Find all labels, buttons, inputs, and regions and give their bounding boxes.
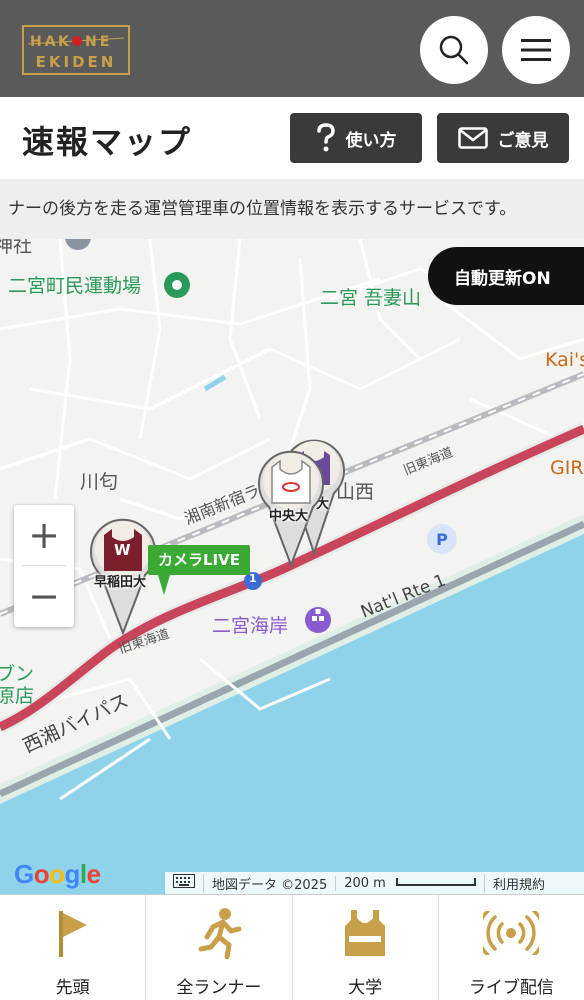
howto-button[interactable]: 使い方 bbox=[290, 113, 422, 163]
mail-icon bbox=[457, 127, 488, 149]
camera-live-marker[interactable]: カメラLIVE bbox=[148, 545, 250, 595]
opinion-label: ご意見 bbox=[497, 130, 549, 151]
question-icon bbox=[316, 123, 336, 153]
opinion-button[interactable]: ご意見 bbox=[437, 113, 569, 163]
place-ninomiya-stadium: 二宮町民運動場 bbox=[8, 275, 142, 297]
zoom-out-button[interactable]: − bbox=[14, 566, 74, 626]
place-ninomiya-azuma: 二宮 吾妻山 bbox=[320, 287, 422, 309]
nav-university[interactable]: 大学 bbox=[293, 895, 439, 1000]
nav-university-label: 大学 bbox=[348, 978, 383, 998]
title-bar: 速報マップ 使い方 ご意見 bbox=[0, 97, 584, 179]
map-attribution-bar: 地図データ ©2025 200 m 利用規約 bbox=[165, 872, 584, 894]
hakone-ekiden-logo[interactable]: HA K NE EKIDEN bbox=[22, 25, 130, 75]
svg-text:NE: NE bbox=[85, 34, 112, 50]
howto-label: 使い方 bbox=[345, 130, 397, 151]
bottom-navigation: 先頭 全ランナー 大学 ライブ配信 bbox=[0, 894, 584, 1000]
runner-label-chuo: 中央大 bbox=[269, 509, 309, 524]
info-ticker: ナーの後方を走る運営管理車の位置情報を表示するサービスです。 bbox=[0, 179, 584, 239]
nav-leader[interactable]: 先頭 bbox=[0, 895, 147, 1000]
keyboard-icon[interactable] bbox=[165, 874, 203, 892]
map-data-credit[interactable]: 地図データ ©2025 bbox=[203, 873, 335, 893]
app-header: HA K NE EKIDEN bbox=[0, 0, 584, 97]
place-kawawa: 川匂 bbox=[80, 471, 119, 493]
nav-all-runners-label: 全ランナー bbox=[176, 978, 262, 998]
nav-leader-label: 先頭 bbox=[55, 978, 90, 998]
runner-initial-waseda: W bbox=[114, 541, 131, 559]
place-partial-shrine: 神社 bbox=[0, 239, 33, 257]
map-scale[interactable]: 200 m bbox=[335, 875, 484, 891]
svg-text:P: P bbox=[436, 530, 448, 549]
nav-all-runners[interactable]: 全ランナー bbox=[146, 895, 293, 1000]
route-1-badge: 1 bbox=[249, 572, 257, 585]
place-kais: Kai's bbox=[545, 349, 584, 371]
svg-text:HA: HA bbox=[30, 34, 59, 50]
logo-wordmark-top: HA K NE bbox=[28, 34, 124, 50]
page-title: 速報マップ bbox=[22, 123, 193, 161]
place-gir: GIR bbox=[550, 457, 584, 479]
place-partial-left2: 原店 bbox=[0, 685, 35, 707]
search-icon bbox=[439, 35, 469, 65]
jersey-icon bbox=[343, 907, 387, 959]
runner-label-waseda: 早稲田大 bbox=[94, 575, 147, 590]
runner-icon bbox=[195, 907, 243, 959]
map-terms-link[interactable]: 利用規約 bbox=[483, 873, 553, 893]
map-view[interactable]: P 二宮町民運動場 二宮 吾妻山 Kai's GIR 川匂 山西 二宮海岸 西湘… bbox=[0, 239, 584, 894]
svg-text:K: K bbox=[58, 34, 70, 50]
search-button[interactable] bbox=[420, 16, 488, 84]
menu-button[interactable] bbox=[502, 16, 570, 84]
zoom-in-button[interactable]: + bbox=[14, 505, 74, 565]
place-ninomiya-coast: 二宮海岸 bbox=[212, 615, 289, 637]
broadcast-icon bbox=[483, 907, 540, 959]
map-scale-label: 200 m bbox=[344, 875, 386, 891]
auto-update-toggle[interactable]: 自動更新ON bbox=[428, 247, 584, 305]
scale-bar bbox=[395, 877, 476, 886]
flag-icon bbox=[53, 907, 93, 959]
hamburger-menu-icon bbox=[521, 39, 551, 61]
zoom-control: + − bbox=[14, 505, 74, 627]
nav-live-stream-label: ライブ配信 bbox=[468, 978, 554, 998]
nav-live-stream[interactable]: ライブ配信 bbox=[439, 895, 584, 1000]
google-logo[interactable]: Google bbox=[14, 859, 101, 890]
logo-wordmark-bottom: EKIDEN bbox=[35, 53, 117, 71]
